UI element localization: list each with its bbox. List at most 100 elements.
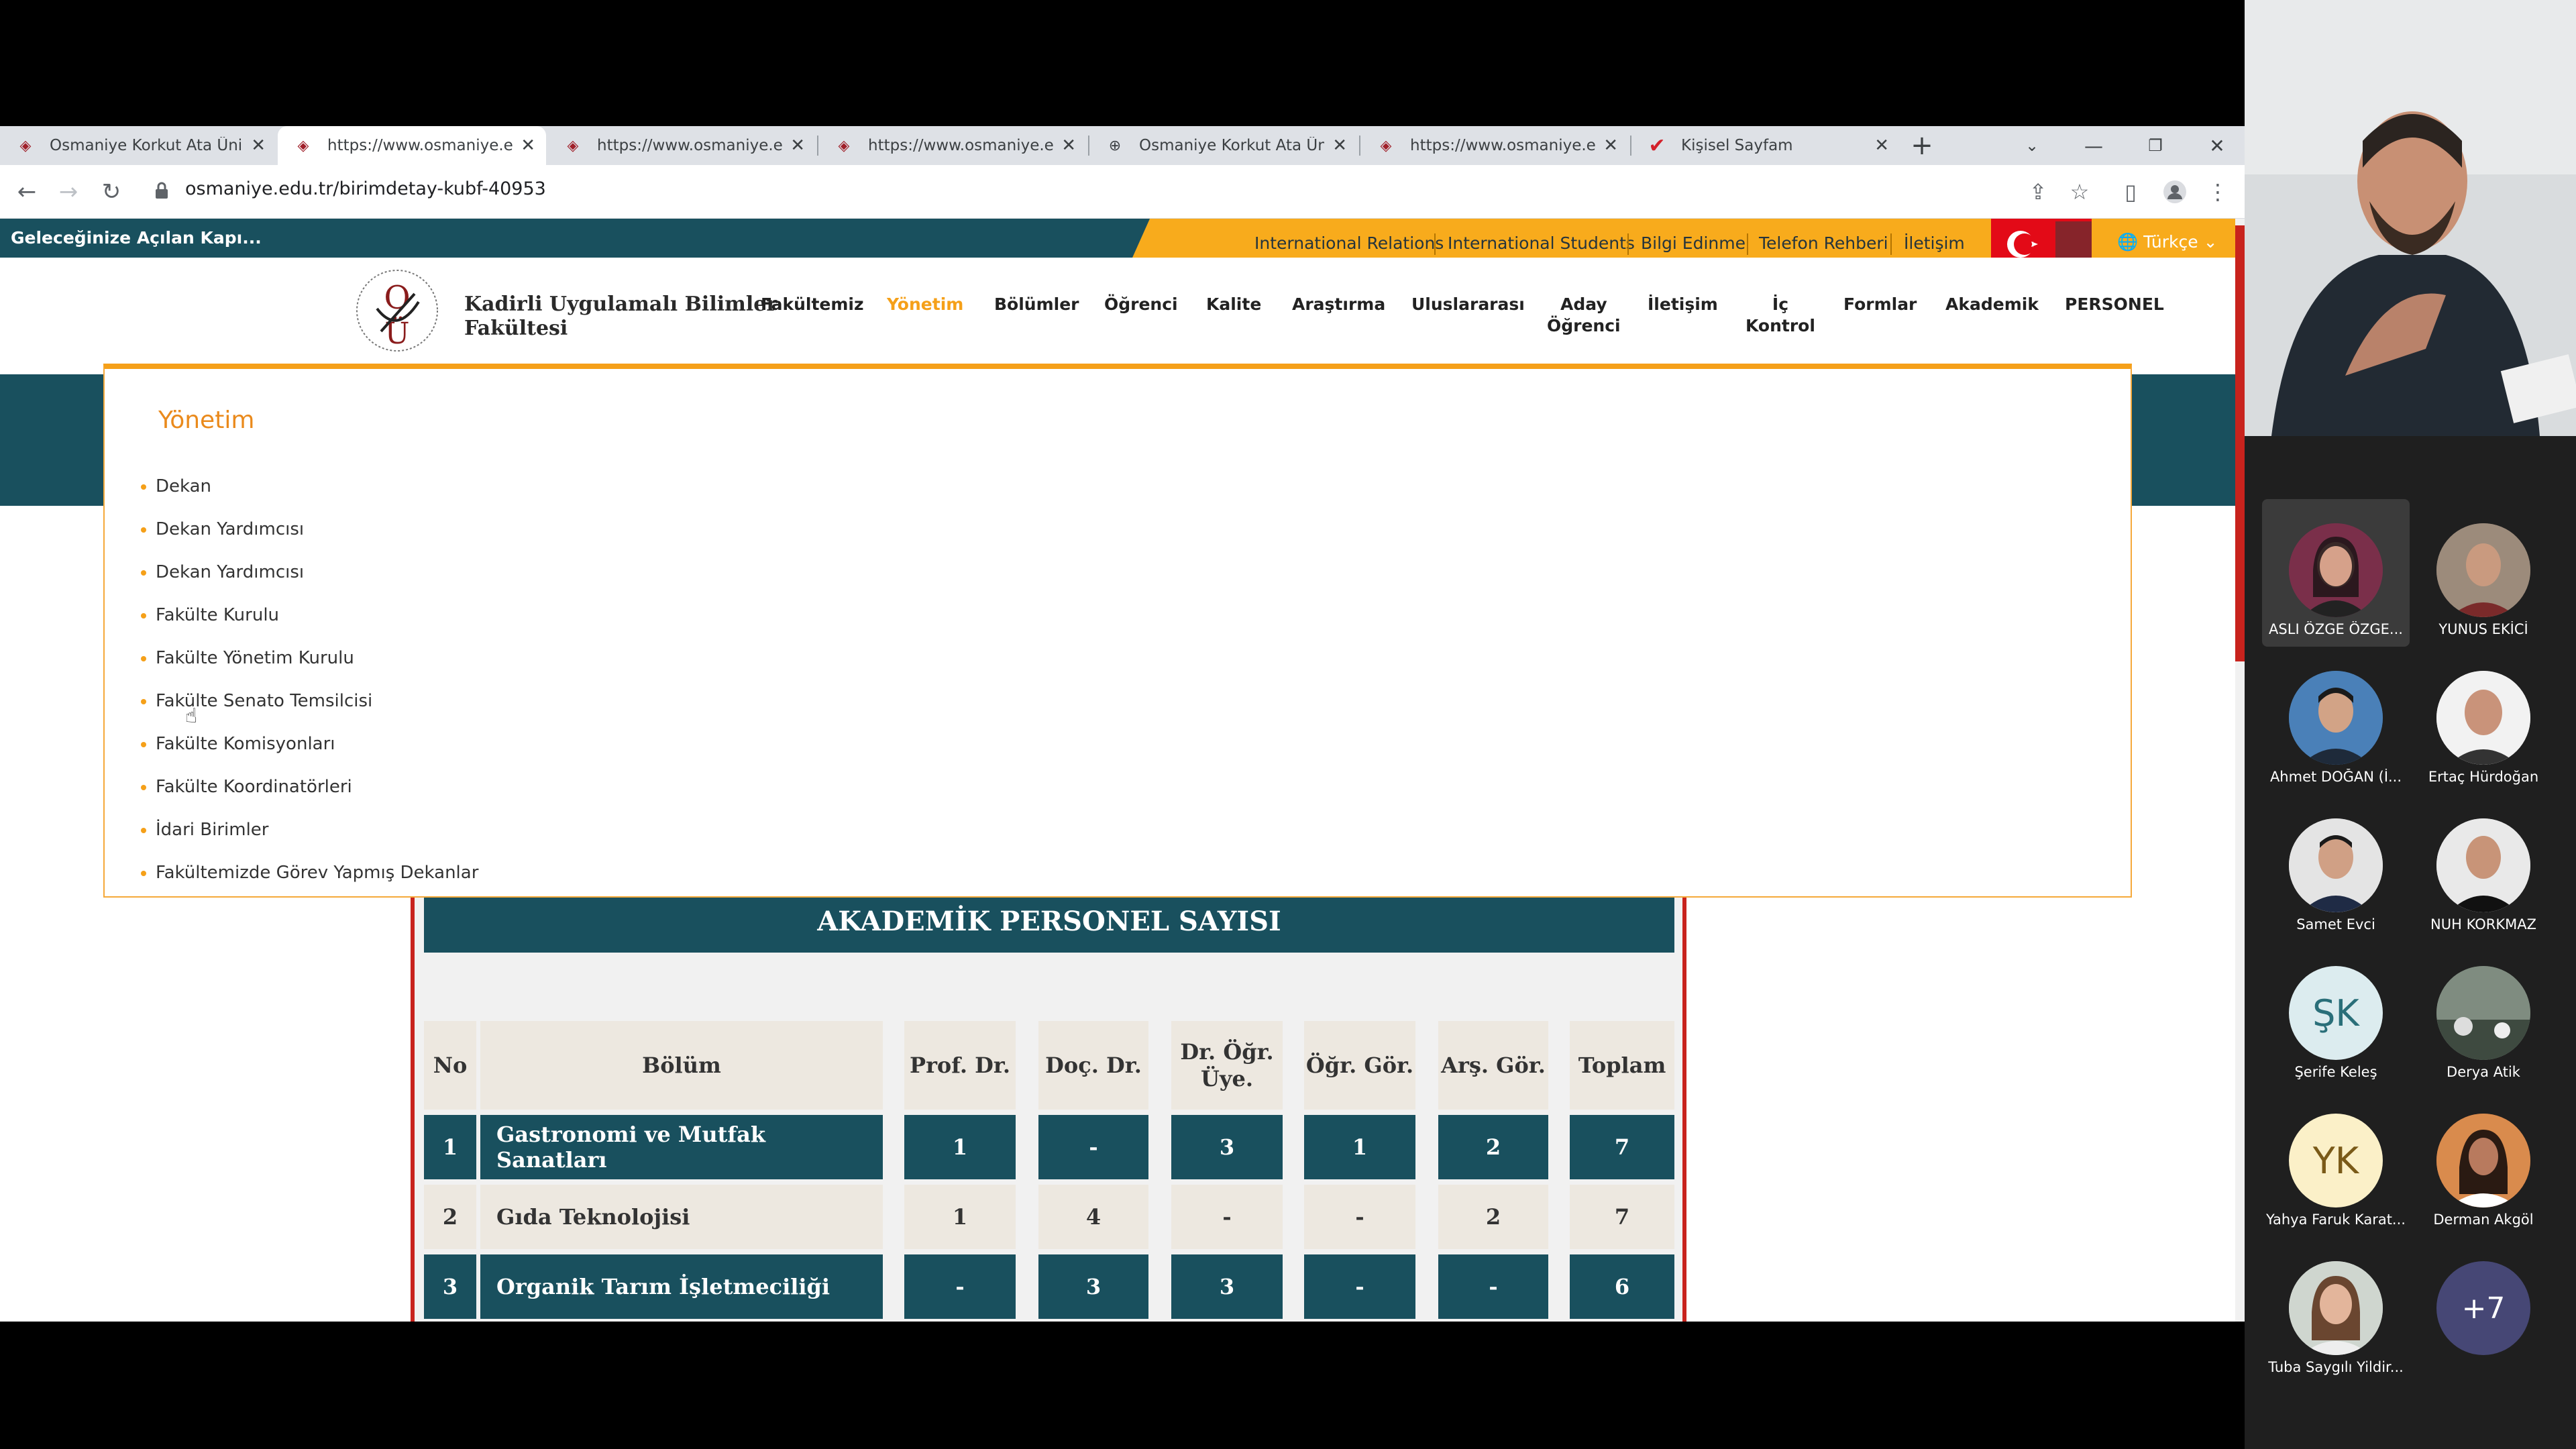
- browser-tab-active[interactable]: ◈ https://www.osmaniye.edu ✕: [278, 126, 546, 165]
- participant-tile[interactable]: YK Yahya Faruk Karat...: [2262, 1089, 2410, 1237]
- menu-personel[interactable]: PERSONEL: [2065, 294, 2164, 315]
- menu-ic-kontrol[interactable]: İç Kontrol: [1746, 294, 1815, 337]
- dropdown-item-dekan-yardimcisi-2[interactable]: Dekan Yardımcısı: [141, 562, 304, 582]
- table-cell: 2: [1438, 1115, 1548, 1179]
- browser-tab[interactable]: ⊕ Osmaniye Korkut Ata Üniv ✕: [1089, 126, 1358, 165]
- dropdown-item-koordinatorler[interactable]: Fakülte Koordinatörleri: [141, 777, 352, 797]
- participant-tile[interactable]: NUH KORKMAZ: [2410, 794, 2557, 942]
- screen-share-area: ◈ Osmaniye Korkut Ata Üniv ✕ ◈ https://w…: [0, 0, 2245, 1449]
- participant-tile[interactable]: Ertaç Hürdoğan: [2410, 647, 2557, 794]
- menu-ogrenci[interactable]: Öğrenci: [1104, 294, 1178, 315]
- dropdown-item-fakulte-kurulu[interactable]: Fakülte Kurulu: [141, 605, 279, 625]
- address-bar[interactable]: osmaniye.edu.tr/birimdetay-kubf-40953: [185, 178, 546, 199]
- menu-iletisim[interactable]: İletişim: [1648, 294, 1718, 315]
- tab-close-icon[interactable]: ✕: [1874, 136, 1889, 156]
- avatar: [2436, 818, 2530, 912]
- dropdown-item-komisyonlar[interactable]: Fakülte Komisyonları: [141, 734, 335, 754]
- avatar: [2436, 966, 2530, 1060]
- menu-label: Öğrenci: [1104, 294, 1178, 314]
- dropdown-item-senato-temsilcisi[interactable]: Fakülte Senato Temsilcisi: [141, 691, 372, 711]
- menu-aday-ogrenci[interactable]: Aday Öğrenci: [1547, 294, 1621, 337]
- link-international-students[interactable]: International Students: [1448, 233, 1635, 253]
- university-favicon-icon: ◈: [567, 137, 579, 154]
- participant-tile[interactable]: YUNUS EKİCİ: [2410, 499, 2557, 647]
- reload-icon[interactable]: ↻: [91, 172, 131, 212]
- profile-icon[interactable]: [2156, 173, 2194, 211]
- menu-label: Kalite: [1206, 294, 1262, 314]
- participant-tile[interactable]: ASLI ÖZGE ÖZGE...: [2262, 499, 2410, 647]
- table-header: Bölüm: [480, 1021, 883, 1110]
- tab-close-icon[interactable]: ✕: [251, 136, 266, 156]
- dropdown-item-label: Dekan Yardımcısı: [156, 519, 305, 539]
- menu-kalite[interactable]: Kalite: [1206, 294, 1261, 315]
- tab-search-chevron-icon[interactable]: ⌄: [2008, 126, 2055, 165]
- avatar: [2289, 818, 2383, 912]
- browser-tab[interactable]: ◈ https://www.osmaniye.edu ✕: [1360, 126, 1629, 165]
- menu-label: İletişim: [1648, 294, 1718, 314]
- university-favicon-icon: ◈: [19, 137, 32, 154]
- dropdown-item-label: Dekan Yardımcısı: [156, 562, 305, 582]
- participant-tile[interactable]: Derman Akgöl: [2410, 1089, 2557, 1237]
- link-bilgi-edinme[interactable]: Bilgi Edinme: [1641, 233, 1746, 253]
- link-international-relations[interactable]: International Relations: [1254, 233, 1444, 253]
- menu-yonetim[interactable]: Yönetim: [887, 294, 963, 315]
- browser-tab[interactable]: ✔ Kişisel Sayfam ✕: [1631, 126, 1900, 165]
- back-icon[interactable]: ←: [7, 172, 47, 212]
- more-participants-tile[interactable]: +7: [2410, 1237, 2557, 1385]
- tab-close-icon[interactable]: ✕: [521, 136, 535, 156]
- menu-arastirma[interactable]: Araştırma: [1292, 294, 1385, 315]
- new-tab-icon[interactable]: +: [1898, 126, 1945, 165]
- link-iletisim[interactable]: İletişim: [1904, 233, 1965, 253]
- participant-tile[interactable]: Ahmet DOĞAN (İ...: [2262, 647, 2410, 794]
- menu-uluslararasi[interactable]: Uluslararası: [1411, 294, 1525, 315]
- active-speaker-video[interactable]: [2245, 0, 2576, 436]
- scrollbar-thumb[interactable]: [2235, 225, 2245, 661]
- tab-close-icon[interactable]: ✕: [790, 136, 805, 156]
- table-cell: 1: [424, 1115, 476, 1179]
- browser-tab[interactable]: ◈ https://www.osmaniye.edu ✕: [547, 126, 816, 165]
- minimize-icon[interactable]: —: [2070, 126, 2117, 165]
- bullet-icon: [141, 655, 146, 661]
- menu-fakultemiz[interactable]: Fakültemiz: [761, 294, 864, 315]
- faculty-name[interactable]: Kadirli Uygulamalı Bilimler Fakültesi: [464, 292, 777, 341]
- browser-tab[interactable]: ◈ https://www.osmaniye.edu ✕: [818, 126, 1087, 165]
- tab-close-icon[interactable]: ✕: [1332, 136, 1347, 156]
- participant-name: Ertaç Hürdoğan: [2428, 769, 2539, 785]
- menu-akademik[interactable]: Akademik: [1945, 294, 2039, 315]
- tab-title: Osmaniye Korkut Ata Üniv: [1139, 137, 1325, 154]
- browser-toolbar: ← → ↻ osmaniye.edu.tr/birimdetay-kubf-40…: [0, 165, 2245, 219]
- tab-close-icon[interactable]: ✕: [1603, 136, 1618, 156]
- browser-tab[interactable]: ◈ Osmaniye Korkut Ata Üniv ✕: [0, 126, 276, 165]
- dropdown-item-eski-dekanlar[interactable]: Fakültemizde Görev Yapmış Dekanlar: [141, 863, 478, 883]
- menu-label: Öğrenci: [1547, 316, 1621, 335]
- tab-title: https://www.osmaniye.edu: [868, 137, 1054, 154]
- dropdown-item-label: Fakülte Yönetim Kurulu: [156, 648, 354, 668]
- browser-menu-icon[interactable]: ⋮: [2199, 173, 2237, 211]
- side-panel-icon[interactable]: ▯: [2112, 173, 2149, 211]
- participant-tile[interactable]: ŞK Şerife Keleş: [2262, 942, 2410, 1089]
- menu-formlar[interactable]: Formlar: [1843, 294, 1917, 315]
- dropdown-item-dekan[interactable]: Dekan: [141, 476, 211, 496]
- menu-bolumler[interactable]: Bölümler: [994, 294, 1079, 315]
- dropdown-item-idari-birimler[interactable]: İdari Birimler: [141, 820, 269, 840]
- bookmark-star-icon[interactable]: ☆: [2061, 173, 2098, 211]
- participant-tile[interactable]: Derya Atik: [2410, 942, 2557, 1089]
- page-scrollbar[interactable]: [2235, 219, 2245, 1322]
- university-logo[interactable]: O Ü: [354, 262, 440, 360]
- tab-close-icon[interactable]: ✕: [1061, 136, 1076, 156]
- forward-icon[interactable]: →: [48, 172, 89, 212]
- academic-staff-table: AKADEMİK PERSONEL SAYISI No Bölüm Prof. …: [411, 890, 1686, 1322]
- table-cell: Gıda Teknolojisi: [480, 1185, 883, 1249]
- meeting-participants-panel: ASLI ÖZGE ÖZGE... YUNUS EKİCİ Ahmet DOĞA…: [2245, 0, 2576, 1449]
- share-icon[interactable]: ⇪: [2019, 173, 2057, 211]
- dropdown-item-fakulte-yonetim-kurulu[interactable]: Fakülte Yönetim Kurulu: [141, 648, 354, 668]
- table-cell: 7: [1570, 1115, 1674, 1179]
- participant-tile[interactable]: Tuba Saygılı Yildir...: [2262, 1237, 2410, 1385]
- participant-tile[interactable]: Samet Evci: [2262, 794, 2410, 942]
- link-telefon-rehberi[interactable]: Telefon Rehberi: [1759, 233, 1888, 253]
- site-slogan: Geleceğinize Açılan Kapı...: [11, 228, 262, 248]
- window-close-icon[interactable]: ✕: [2194, 126, 2241, 165]
- language-selector[interactable]: 🌐 Türkçe ⌄: [2117, 232, 2218, 252]
- dropdown-item-dekan-yardimcisi[interactable]: Dekan Yardımcısı: [141, 519, 304, 539]
- restore-icon[interactable]: ❐: [2132, 126, 2179, 165]
